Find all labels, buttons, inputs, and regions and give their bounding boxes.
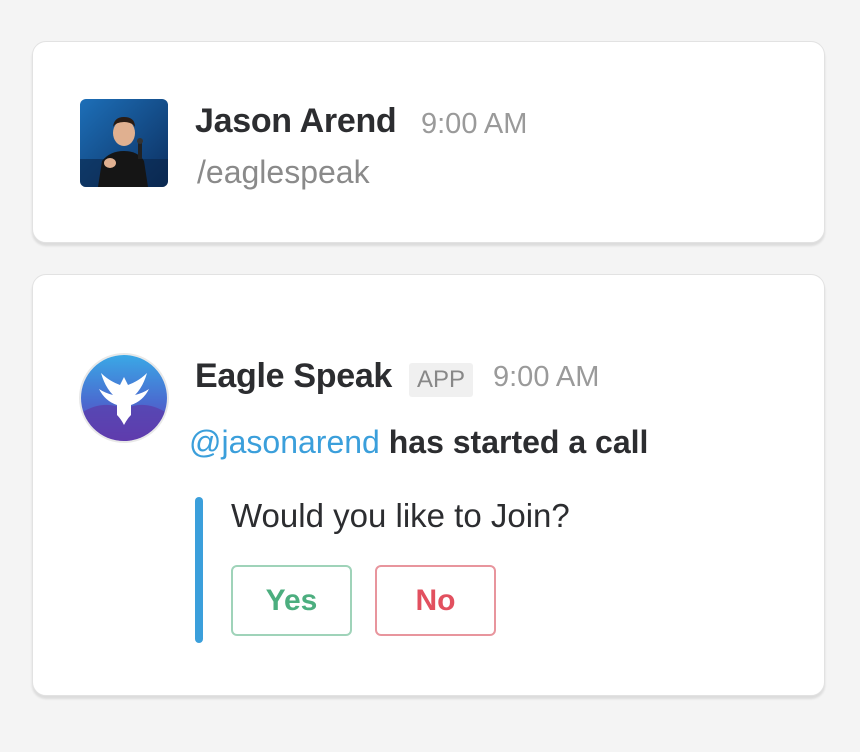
message-text: @jasonarend has started a call — [189, 424, 648, 461]
app-name[interactable]: Eagle Speak — [195, 357, 392, 396]
no-button[interactable]: No — [375, 565, 496, 636]
attachment-question: Would you like to Join? — [231, 497, 570, 534]
message-time: 9:00 AM — [421, 108, 528, 140]
user-name[interactable]: Jason Arend — [195, 102, 397, 141]
yes-button[interactable]: Yes — [231, 565, 352, 636]
message-body: has started a call — [379, 424, 649, 460]
attachment-accent-bar — [195, 497, 203, 643]
message-card-user: Jason Arend 9:00 AM /eaglespeak — [32, 41, 825, 243]
message-card-app: Eagle Speak APP 9:00 AM @jasonarend has … — [32, 274, 825, 696]
user-avatar[interactable] — [80, 99, 168, 187]
user-mention-link[interactable]: @jasonarend — [189, 424, 380, 460]
message-time: 9:00 AM — [493, 361, 600, 393]
eagle-logo-icon[interactable] — [81, 355, 167, 441]
slash-command-text: /eaglespeak — [197, 154, 370, 190]
app-badge: APP — [409, 363, 474, 397]
